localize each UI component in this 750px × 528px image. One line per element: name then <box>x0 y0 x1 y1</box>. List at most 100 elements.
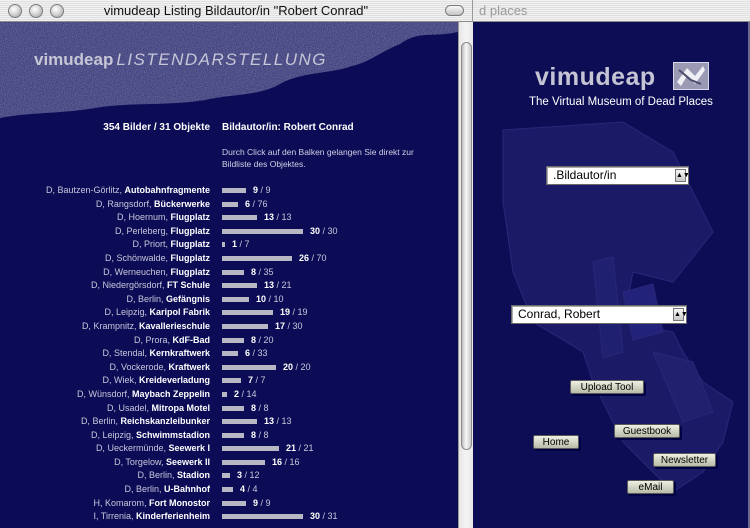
total-count: 9 <box>265 497 271 508</box>
scrollbar-thumb[interactable] <box>461 42 472 450</box>
total-count: 7 <box>244 239 250 250</box>
select-arrows-icon: ▲▼ <box>673 308 688 321</box>
object-row: D, Perleberg, Flugplatz 30 / 30 <box>0 225 458 239</box>
image-count-bar[interactable] <box>222 323 268 329</box>
image-count: 20 / 20 <box>283 361 311 374</box>
image-count: 9 / 9 <box>253 184 271 197</box>
image-count-bar[interactable] <box>222 215 257 221</box>
listing-logo[interactable]: vimudeap LISTENDARSTELLUNG <box>34 50 327 70</box>
shown-count: 19 <box>280 307 291 318</box>
total-count: 8 <box>263 429 269 440</box>
count-separator: / <box>256 334 264 345</box>
object-name: Seewerk II <box>165 456 210 467</box>
image-count-bar[interactable] <box>222 405 244 411</box>
author-heading: Bildautor/in: Robert Conrad <box>222 122 354 133</box>
image-count-bar[interactable] <box>222 364 276 370</box>
image-count-bar[interactable] <box>222 432 244 438</box>
count-separator: / <box>274 416 282 427</box>
image-count: 17 / 30 <box>275 320 303 333</box>
object-row: D, Wiek, Kreideverladung 7 / 7 <box>0 374 458 388</box>
object-row: D, Hoernum, Flugplatz 13 / 13 <box>0 211 458 225</box>
count-separator: / <box>245 484 253 495</box>
author-select[interactable]: Conrad, Robert ▲▼ <box>511 305 688 324</box>
count-separator: / <box>258 497 266 508</box>
image-count-bar[interactable] <box>222 473 230 479</box>
count-separator: / <box>242 470 250 481</box>
object-label: D, Berlin, U-Bahnhof <box>0 483 210 496</box>
newsletter-button[interactable]: Newsletter <box>653 453 716 467</box>
image-count-bar[interactable] <box>222 514 303 520</box>
object-label: D, Ueckermünde, Seewerk I <box>0 442 210 455</box>
count-separator: / <box>290 307 298 318</box>
object-place: D, Hoernum, <box>116 212 171 223</box>
image-count-bar[interactable] <box>222 201 238 207</box>
total-count: 19 <box>297 307 308 318</box>
image-count: 1 / 7 <box>232 238 250 251</box>
count-separator: / <box>239 388 247 399</box>
object-place: D, Usadel, <box>106 402 152 413</box>
image-count-bar[interactable] <box>222 337 244 343</box>
total-count: 20 <box>263 334 274 345</box>
image-count: 13 / 13 <box>264 415 292 428</box>
toolbar-toggle-button[interactable] <box>445 5 464 16</box>
object-place: D, Schönwalde, <box>104 252 171 263</box>
count-separator: / <box>293 361 301 372</box>
object-place: D, Prora, <box>133 334 173 345</box>
object-place: D, Perleberg, <box>114 225 171 236</box>
object-name: Mitropa Motel <box>151 402 211 413</box>
object-name: Kavallerieschule <box>138 320 210 331</box>
image-count-bar[interactable] <box>222 459 265 465</box>
image-count-bar[interactable] <box>222 228 303 234</box>
image-count-bar[interactable] <box>222 255 292 261</box>
object-row: D, Leipzig, Karipol Fabrik 19 / 19 <box>0 306 458 320</box>
object-label: I, Tirrenia, Kinderferienheim <box>0 510 210 523</box>
object-row: H, Komarom, Fort Monostor 9 / 9 <box>0 497 458 511</box>
total-count: 13 <box>281 212 292 223</box>
listing-window: vimudeap Listing Bildautor/in "Robert Co… <box>0 0 473 528</box>
museum-brand[interactable]: vimudeap <box>535 63 656 92</box>
object-row: D, Torgelow, Seewerk II 16 / 16 <box>0 456 458 470</box>
image-count-bar[interactable] <box>222 242 225 248</box>
object-name: Stadion <box>177 470 210 481</box>
image-count-bar[interactable] <box>222 446 279 452</box>
image-count-bar[interactable] <box>222 378 241 384</box>
category-select[interactable]: .Bildautor/in ▲▼ <box>546 166 690 185</box>
image-count-bar[interactable] <box>222 487 233 493</box>
object-name: Schwimmstadion <box>135 429 210 440</box>
image-count: 8 / 35 <box>251 266 274 279</box>
object-row: D, Krampnitz, Kavallerieschule 17 / 30 <box>0 320 458 334</box>
museum-logo-icon[interactable] <box>673 62 709 90</box>
object-place: D, Ueckermünde, <box>95 443 169 454</box>
image-count-bar[interactable] <box>222 188 246 193</box>
object-place: D, Niedergörsdorf, <box>90 280 167 291</box>
image-count-bar[interactable] <box>222 269 244 275</box>
image-count: 16 / 16 <box>272 456 300 469</box>
vertical-scrollbar[interactable] <box>458 22 473 528</box>
image-count-bar[interactable] <box>222 419 257 425</box>
object-label: D, Niedergörsdorf, FT Schule <box>0 279 210 292</box>
image-count-bar[interactable] <box>222 310 273 316</box>
count-separator: / <box>256 266 264 277</box>
count-separator: / <box>309 252 317 263</box>
email-button[interactable]: eMail <box>627 480 674 494</box>
image-count-bar[interactable] <box>222 351 238 357</box>
image-count: 2 / 14 <box>234 388 257 401</box>
object-name: Flugplatz <box>170 252 211 263</box>
object-label: D, Leipzig, Schwimmstadion <box>0 429 210 442</box>
object-row: I, Tirrenia, Kinderferienheim 30 / 31 <box>0 510 458 524</box>
home-button[interactable]: Home <box>533 435 579 449</box>
image-count-bar[interactable] <box>222 391 227 397</box>
image-count-bar[interactable] <box>222 296 249 302</box>
upload-tool-button[interactable]: Upload Tool <box>570 380 644 394</box>
bar-click-hint: Durch Click auf den Balken gelangen Sie … <box>222 147 414 169</box>
image-count: 7 / 7 <box>248 374 266 387</box>
total-count: 76 <box>257 198 268 209</box>
back-window-titlebar[interactable]: d places <box>473 0 750 22</box>
object-label: D, Berlin, Gefängnis <box>0 293 210 306</box>
image-count-bar[interactable] <box>222 283 257 289</box>
count-separator: / <box>237 239 245 250</box>
image-count-bar[interactable] <box>222 500 246 506</box>
guestbook-button[interactable]: Guestbook <box>614 424 680 438</box>
window-titlebar[interactable]: vimudeap Listing Bildautor/in "Robert Co… <box>0 0 473 22</box>
total-count: 31 <box>327 511 338 522</box>
